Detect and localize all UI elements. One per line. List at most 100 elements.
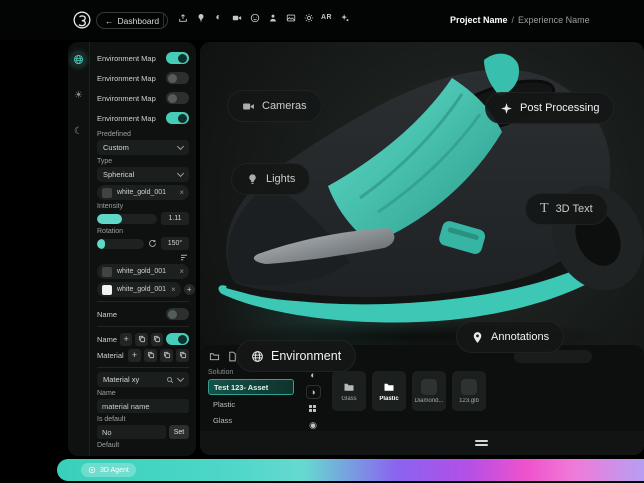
copy-icon[interactable] xyxy=(176,348,189,362)
map-item[interactable]: white_gold_001 × xyxy=(97,282,181,297)
rotation-reset-icon[interactable] xyxy=(148,239,157,248)
asset-card[interactable]: Diamond... xyxy=(412,371,446,411)
grid-view-icon[interactable] xyxy=(307,403,320,415)
env-map-toggle[interactable] xyxy=(166,92,189,104)
name-toggle-row: Name xyxy=(97,306,189,322)
upload-icon[interactable] xyxy=(176,11,189,24)
environment-pill[interactable]: Environment xyxy=(236,340,357,372)
cameras-pill[interactable]: Cameras xyxy=(227,90,322,122)
rotation-slider-fill xyxy=(97,238,106,249)
env-map-row: Environment Map xyxy=(97,108,189,128)
asset-list-item[interactable]: Glass xyxy=(208,413,292,427)
3d-agent-label: 3D Agent xyxy=(100,466,129,474)
ar-button[interactable]: AR xyxy=(320,11,333,24)
topbar-divider xyxy=(163,14,164,27)
intensity-slider[interactable] xyxy=(97,213,157,224)
folder-icon[interactable] xyxy=(208,350,220,362)
predefined-select[interactable]: Custom xyxy=(97,140,189,155)
env-map-row: Environment Map xyxy=(97,48,189,68)
post-processing-pill[interactable]: Post Processing xyxy=(485,92,615,124)
type-select[interactable]: Spherical xyxy=(97,167,189,182)
copy-icon[interactable] xyxy=(160,348,173,362)
rotation-label: Rotation xyxy=(97,228,124,235)
filter-icon[interactable] xyxy=(179,253,189,262)
light-bulb-icon[interactable] xyxy=(194,11,207,24)
remove-map-button[interactable]: × xyxy=(171,285,176,294)
viewport-3d[interactable]: Cameras Post Processing Lights T 3D Text… xyxy=(200,42,644,455)
magic-avatar-icon[interactable] xyxy=(338,11,351,24)
copy-icon[interactable] xyxy=(150,332,163,346)
env-map-toggle[interactable] xyxy=(166,72,189,84)
asset-list-item[interactable]: Plastic xyxy=(208,397,292,411)
post-processing-label: Post Processing xyxy=(520,102,600,114)
add-button[interactable]: + xyxy=(120,332,133,346)
settings-gear-icon[interactable] xyxy=(302,11,315,24)
map-name: white_gold_001 xyxy=(117,286,167,293)
sun-icon[interactable]: ☀ xyxy=(71,88,86,103)
predefined-label: Predefined xyxy=(97,131,131,138)
env-map-toggle[interactable] xyxy=(166,112,189,124)
remove-map-button[interactable]: × xyxy=(179,188,184,197)
asset-card-label: Diamond... xyxy=(414,397,444,404)
rotation-slider[interactable] xyxy=(97,238,144,249)
asset-card[interactable]: Glass xyxy=(332,371,366,411)
assets-cards: Glass Plastic Diamond... 123.glb xyxy=(326,367,486,431)
material-name-label: Name xyxy=(97,390,116,397)
globe-icon xyxy=(251,350,264,363)
drag-handle[interactable] xyxy=(475,440,489,446)
dashboard-button[interactable]: ← Dashboard xyxy=(96,12,169,29)
set-button[interactable]: Set xyxy=(169,425,189,439)
name-toggle[interactable] xyxy=(166,308,189,320)
map-slot[interactable]: white_gold_001 × xyxy=(97,185,189,200)
assets-rail: ◐ ◑ ◉ xyxy=(300,367,326,431)
filter-row xyxy=(97,253,189,262)
add-button[interactable]: + xyxy=(128,348,141,362)
image-icon[interactable] xyxy=(284,11,297,24)
video-camera-icon[interactable] xyxy=(230,11,243,24)
material-actions-row: Material + xyxy=(97,347,189,363)
name-toggle-label: Name xyxy=(97,309,118,319)
intensity-label: Intensity xyxy=(97,203,124,210)
map-item[interactable]: white_gold_001 × xyxy=(97,264,189,279)
annotations-pill[interactable]: Annotations xyxy=(456,321,565,353)
name-actions-row: Name + xyxy=(97,331,189,347)
sidebar: ☀ ☾ Environment Map Environment Map Envi… xyxy=(68,42,196,456)
dashboard-label: Dashboard xyxy=(117,15,160,26)
copy-icon[interactable] xyxy=(135,332,148,346)
sphere-view-icon[interactable]: ◉ xyxy=(307,419,320,431)
name-row-toggle[interactable] xyxy=(166,333,189,345)
env-map-toggle[interactable] xyxy=(166,52,189,64)
3d-agent-button[interactable]: 3D Agent xyxy=(81,463,136,477)
remove-map-button[interactable]: × xyxy=(179,267,184,276)
rotation-row: 150° xyxy=(97,237,189,250)
divider xyxy=(97,367,189,368)
folder-icon xyxy=(382,380,397,393)
env-map-label: Environment Map xyxy=(97,53,156,63)
face-icon[interactable] xyxy=(248,11,261,24)
add-map-button[interactable]: + xyxy=(183,284,195,295)
asset-card[interactable]: Plastic xyxy=(372,371,406,411)
contrast-right-icon[interactable]: ◑ xyxy=(305,385,321,399)
env-map-label: Environment Map xyxy=(97,113,156,123)
lights-pill[interactable]: Lights xyxy=(231,163,311,195)
material-row-label: Material xyxy=(97,350,124,360)
video-camera-icon xyxy=(242,100,255,113)
app-logo-icon[interactable] xyxy=(72,10,92,30)
material-select-value: Material xy xyxy=(103,375,140,384)
asset-list-item[interactable]: Test 123- Asset xyxy=(208,379,294,395)
map-thumbnail xyxy=(102,266,112,277)
asset-card-label: 123.glb xyxy=(459,397,479,404)
material-select[interactable]: Material xy xyxy=(97,372,189,387)
3d-text-pill[interactable]: T 3D Text xyxy=(525,193,608,225)
folder-icon xyxy=(342,380,357,393)
copy-icon[interactable] xyxy=(144,348,157,362)
globe-icon[interactable] xyxy=(71,52,86,67)
material-name-input[interactable]: material name xyxy=(97,399,189,413)
contrast-icon[interactable]: ◐ xyxy=(212,11,225,24)
asset-card[interactable]: 123.glb xyxy=(452,371,486,411)
moon-icon[interactable]: ☾ xyxy=(71,124,86,139)
chevron-down-icon xyxy=(176,374,185,383)
predefined-value: Custom xyxy=(103,143,129,152)
is-default-input[interactable]: No xyxy=(97,425,166,439)
person-pin-icon[interactable] xyxy=(266,11,279,24)
